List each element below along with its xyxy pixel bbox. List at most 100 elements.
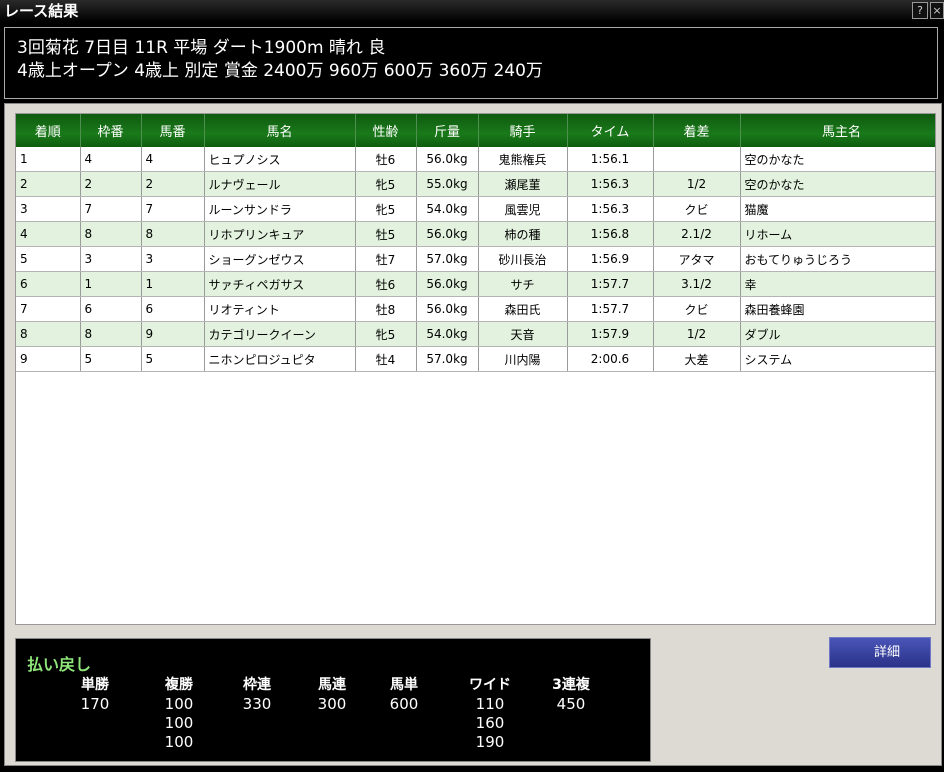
- column-header[interactable]: 馬主名: [740, 114, 935, 147]
- table-cell: 1:57.9: [567, 321, 654, 347]
- table-cell: 7: [16, 296, 81, 322]
- table-cell: 6: [16, 271, 81, 297]
- results-table-container[interactable]: 着順 枠番 馬番 馬名 性齢 斤量 騎手 タイム 着差 馬主名 1 4 4 ヒュプノシス 牡6 56.0kg…: [15, 113, 936, 625]
- table-cell: クビ: [653, 196, 741, 222]
- table-cell: 1:56.8: [567, 221, 654, 247]
- race-info-line1: 3回菊花 7日目 11R 平場 ダート1900m 晴れ 良: [17, 38, 386, 58]
- table-cell: 7: [141, 196, 205, 222]
- table-cell: 1: [141, 271, 205, 297]
- detail-button[interactable]: 詳細: [829, 637, 931, 668]
- table-cell: 57.0kg: [416, 246, 479, 272]
- table-row[interactable]: 7 6 6 リオティント 牡8 56.0kg 森田氏 1:57.7 クビ 森田養蜂園: [16, 296, 935, 322]
- payout-value: 450: [556, 695, 586, 713]
- table-cell: サチ: [478, 271, 568, 297]
- table-cell: リホーム: [740, 221, 935, 247]
- table-cell: 風雲児: [478, 196, 568, 222]
- payout-value: 110: [475, 695, 505, 713]
- table-cell: ダブル: [740, 321, 935, 347]
- window-title: レース結果: [4, 2, 79, 20]
- table-cell: 大差: [653, 346, 741, 372]
- help-icon[interactable]: ?: [912, 2, 928, 19]
- table-cell: 1:57.7: [567, 271, 654, 297]
- table-cell: 1/2: [653, 171, 741, 197]
- table-cell: 55.0kg: [416, 171, 479, 197]
- title-bar: レース結果 ? ×: [0, 0, 944, 22]
- table-cell: 3: [16, 196, 81, 222]
- payout-column: 単勝 170: [60, 675, 130, 714]
- payout-label: 単勝: [81, 677, 109, 693]
- column-header[interactable]: 枠番: [80, 114, 142, 147]
- table-row[interactable]: 8 8 9 カテゴリークイーン 牝5 54.0kg 天音 1:57.9 1/2 ダブル: [16, 321, 935, 347]
- table-cell: 牝5: [355, 321, 417, 347]
- table-cell: ショーグンゼウス: [204, 246, 356, 272]
- table-cell: 56.0kg: [416, 296, 479, 322]
- table-cell: 2:00.6: [567, 346, 654, 372]
- table-cell: 猫魔: [740, 196, 935, 222]
- table-cell: 54.0kg: [416, 321, 479, 347]
- payout-value: 600: [389, 695, 419, 713]
- table-cell: 6: [80, 296, 142, 322]
- table-cell: 6: [141, 296, 205, 322]
- payout-label: 複勝: [165, 677, 193, 693]
- table-cell: 2: [141, 171, 205, 197]
- table-row[interactable]: 4 8 8 リホプリンキュア 牡5 56.0kg 柿の種 1:56.8 2.1/2 リホーム: [16, 221, 935, 247]
- table-cell: 瀬尾菫: [478, 171, 568, 197]
- payout-column: 枠連 330: [222, 675, 292, 714]
- payout-label: 馬連: [318, 677, 346, 693]
- table-cell: カテゴリークイーン: [204, 321, 356, 347]
- payout-value: 300: [317, 695, 347, 713]
- table-cell: 1:56.3: [567, 171, 654, 197]
- payout-column: 馬単 600: [369, 675, 439, 714]
- table-cell: 1/2: [653, 321, 741, 347]
- table-cell: 牝5: [355, 171, 417, 197]
- table-cell: 56.0kg: [416, 271, 479, 297]
- table-row[interactable]: 3 7 7 ルーンサンドラ 牝5 54.0kg 風雲児 1:56.3 クビ 猫魔: [16, 196, 935, 222]
- table-cell: 牡5: [355, 221, 417, 247]
- table-cell: 牡8: [355, 296, 417, 322]
- column-header[interactable]: 着順: [16, 114, 81, 147]
- column-header[interactable]: 騎手: [478, 114, 568, 147]
- table-cell: システム: [740, 346, 935, 372]
- payout-label: 3連複: [552, 677, 590, 693]
- column-header[interactable]: 馬名: [204, 114, 356, 147]
- table-cell: 鬼熊権兵: [478, 147, 568, 172]
- column-header[interactable]: 性齢: [355, 114, 417, 147]
- table-cell: 牡6: [355, 147, 417, 172]
- table-cell: 4: [141, 147, 205, 172]
- table-row[interactable]: 1 4 4 ヒュプノシス 牡6 56.0kg 鬼熊権兵 1:56.1 空のかなた: [16, 147, 935, 172]
- table-cell: [653, 147, 741, 172]
- table-row[interactable]: 5 3 3 ショーグンゼウス 牡7 57.0kg 砂川長治 1:56.9 アタマ おもてりゅうじろ…: [16, 246, 935, 272]
- payout-label: 馬単: [390, 677, 418, 693]
- table-cell: 8: [80, 321, 142, 347]
- payout-value: 160: [475, 714, 505, 732]
- payout-value: 100: [164, 714, 194, 732]
- column-header[interactable]: 馬番: [141, 114, 205, 147]
- payout-value: 100: [164, 733, 194, 751]
- column-header[interactable]: タイム: [567, 114, 654, 147]
- table-cell: 1:57.7: [567, 296, 654, 322]
- column-header[interactable]: 斤量: [416, 114, 479, 147]
- payout-title: 払い戻し: [27, 655, 92, 674]
- close-icon[interactable]: ×: [930, 2, 944, 19]
- table-cell: 空のかなた: [740, 171, 935, 197]
- table-row[interactable]: 6 1 1 サァチィペガサス 牡6 56.0kg サチ 1:57.7 3.1/2 幸: [16, 271, 935, 297]
- table-row[interactable]: 2 2 2 ルナヴェール 牝5 55.0kg 瀬尾菫 1:56.3 1/2 空のかなた: [16, 171, 935, 197]
- table-cell: 56.0kg: [416, 221, 479, 247]
- results-table: 着順 枠番 馬番 馬名 性齢 斤量 騎手 タイム 着差 馬主名 1 4 4 ヒュプノシス 牡6 56.0kg…: [16, 114, 935, 372]
- table-cell: ニホンピロジュピタ: [204, 346, 356, 372]
- column-header[interactable]: 着差: [653, 114, 741, 147]
- race-info: 3回菊花 7日目 11R 平場 ダート1900m 晴れ 良 4歳上オープン 4歳…: [4, 27, 938, 99]
- table-cell: 1: [16, 147, 81, 172]
- table-cell: アタマ: [653, 246, 741, 272]
- table-cell: 牡7: [355, 246, 417, 272]
- table-cell: 空のかなた: [740, 147, 935, 172]
- payout-panel: 払い戻し 単勝 170 複勝 100 100 100 枠連 330 馬連 300 馬単 600 ワイド 1…: [15, 638, 651, 762]
- table-cell: 57.0kg: [416, 346, 479, 372]
- table-cell: 砂川長治: [478, 246, 568, 272]
- table-cell: 9: [16, 346, 81, 372]
- table-cell: 5: [80, 346, 142, 372]
- table-cell: ルーンサンドラ: [204, 196, 356, 222]
- table-cell: 3.1/2: [653, 271, 741, 297]
- table-cell: 8: [80, 221, 142, 247]
- table-row[interactable]: 9 5 5 ニホンピロジュピタ 牡4 57.0kg 川内陽 2:00.6 大差 システム: [16, 346, 935, 372]
